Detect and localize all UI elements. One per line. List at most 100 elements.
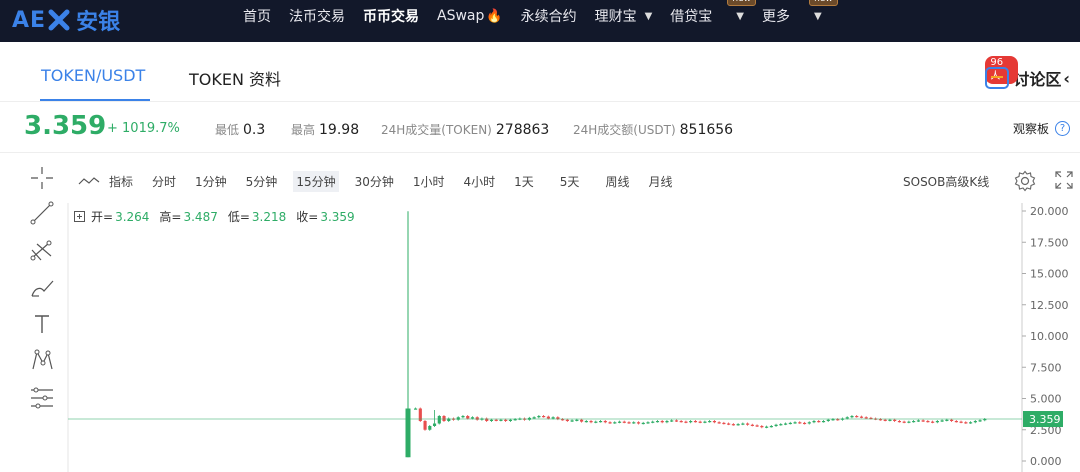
new-badge: new	[809, 0, 838, 6]
nav-item-perpetual[interactable]: 永续合约	[521, 6, 577, 26]
candle-body	[641, 422, 645, 425]
new-badge: new	[727, 0, 756, 6]
nav-item-aswap[interactable]: ASwap 🔥	[437, 8, 503, 24]
brush-icon[interactable]	[29, 275, 55, 301]
candle-body	[575, 419, 579, 421]
last-price: 3.359	[24, 111, 107, 141]
interval-5m[interactable]: 5分钟	[243, 171, 281, 192]
stat-value: 0.3	[243, 122, 266, 138]
high-label: 高=	[159, 210, 182, 224]
fullscreen-icon[interactable]	[1054, 170, 1074, 190]
nav-item-fiat[interactable]: 法币交易	[289, 6, 345, 26]
observe-board-button[interactable]: 观察板 ?	[1013, 120, 1070, 137]
candle-body	[580, 419, 584, 422]
nav-item-loan[interactable]: 借贷宝 new ▼	[670, 0, 756, 26]
tab-token-info[interactable]: TOKEN 资料	[189, 66, 281, 90]
gear-icon[interactable]	[1014, 170, 1036, 192]
candle-body	[428, 426, 432, 430]
candle-body	[447, 418, 451, 421]
interval-4h[interactable]: 4小时	[461, 171, 499, 192]
candle-body	[850, 416, 854, 418]
candle-body	[670, 420, 674, 422]
last-price-tag-label: 3.359	[1029, 413, 1061, 426]
price-axis-label: 15.000	[1030, 268, 1069, 281]
chart-toolbar: 指标 分时 1分钟 5分钟 15分钟 30分钟 1小时 4小时 1天 5天 周线…	[78, 170, 688, 192]
expand-legend-icon[interactable]	[74, 211, 85, 222]
candle-body	[907, 421, 911, 423]
candle-body	[921, 420, 925, 422]
price-axis-label: 5.000	[1030, 393, 1062, 406]
nav-item-home[interactable]: 首页	[243, 6, 271, 26]
nav-item-more[interactable]: 更多 new ▼	[762, 0, 838, 26]
brand-logo[interactable]: AE 安银	[12, 6, 121, 36]
candle-body	[679, 421, 683, 423]
interval-30m[interactable]: 30分钟	[352, 171, 397, 192]
indicator-button[interactable]: 指标	[106, 171, 136, 192]
interval-1m[interactable]: 1分钟	[192, 171, 230, 192]
candle-body	[864, 417, 868, 419]
candle-body	[855, 416, 859, 418]
interval-1h[interactable]: 1小时	[410, 171, 448, 192]
candle-body	[414, 408, 418, 410]
fibonacci-icon[interactable]	[29, 238, 55, 264]
stat-amount: 24H成交额(USDT) 851656	[573, 121, 733, 138]
crosshair-icon[interactable]	[29, 165, 55, 191]
tab-pair[interactable]: TOKEN/USDT	[41, 66, 145, 85]
candle-body	[784, 423, 788, 425]
price-axis: 20.000 17.500 15.000 12.500 10.000 7.500 5.000…	[67, 203, 1069, 472]
candle-body	[565, 419, 569, 421]
interval-month[interactable]: 月线	[645, 171, 675, 192]
candle-body	[423, 421, 427, 430]
nav-item-spot[interactable]: 币币交易	[363, 6, 419, 26]
price-axis-label: 20.000	[1030, 205, 1069, 218]
advanced-kline-link[interactable]: SOSOB高级K线	[903, 173, 989, 190]
candle-body	[470, 417, 475, 419]
candle-body	[684, 421, 688, 423]
candle-body	[698, 421, 702, 423]
discussion-label: 讨论区	[1013, 70, 1062, 89]
caret-down-icon: ▼	[813, 10, 822, 22]
candle-body	[731, 424, 735, 426]
pattern-icon[interactable]	[29, 347, 55, 373]
candle-body	[869, 417, 873, 420]
brand-mark: AE	[12, 7, 47, 33]
help-icon[interactable]: ?	[1055, 121, 1070, 136]
interval-timeline[interactable]: 分时	[149, 171, 179, 192]
candle-body	[485, 418, 489, 421]
candle-body	[874, 418, 878, 420]
nav-item-wealth[interactable]: 理财宝 ▼	[595, 6, 653, 26]
interval-15m[interactable]: 15分钟	[293, 170, 339, 192]
candle-body	[831, 419, 835, 421]
candle-body	[632, 422, 636, 424]
candle-body	[627, 422, 631, 424]
candle-body	[489, 419, 494, 421]
nav-label: 法币交易	[289, 9, 345, 25]
interval-5d[interactable]: 5天	[557, 171, 583, 192]
brand-name: 安银	[76, 10, 121, 35]
stat-volume: 24H成交量(TOKEN) 278863	[381, 121, 549, 138]
candle-body	[589, 421, 593, 423]
candle-body	[603, 421, 607, 423]
candle-body	[950, 419, 954, 421]
candle-body	[750, 424, 754, 426]
candle-body	[504, 419, 508, 421]
candle-body	[935, 421, 939, 423]
candle-body	[442, 416, 446, 421]
candle-body	[613, 422, 617, 424]
nav-label: ASwap	[437, 8, 485, 24]
trendline-icon[interactable]	[29, 200, 55, 226]
discussion-button[interactable]: 96人 讨论区 ‹	[985, 56, 1070, 90]
candle-body	[708, 421, 712, 423]
candle-body	[983, 419, 987, 421]
interval-week[interactable]: 周线	[602, 171, 632, 192]
candle-body	[883, 419, 887, 421]
candle-body	[437, 416, 441, 424]
interval-1d[interactable]: 1天	[511, 171, 537, 192]
candle-body	[599, 421, 603, 423]
caret-down-icon: ▼	[644, 10, 653, 22]
candles-group	[405, 211, 987, 458]
candle-body	[594, 421, 598, 423]
text-tool-icon[interactable]	[29, 311, 55, 337]
measure-icon[interactable]	[29, 385, 55, 411]
candle-body	[665, 421, 669, 423]
